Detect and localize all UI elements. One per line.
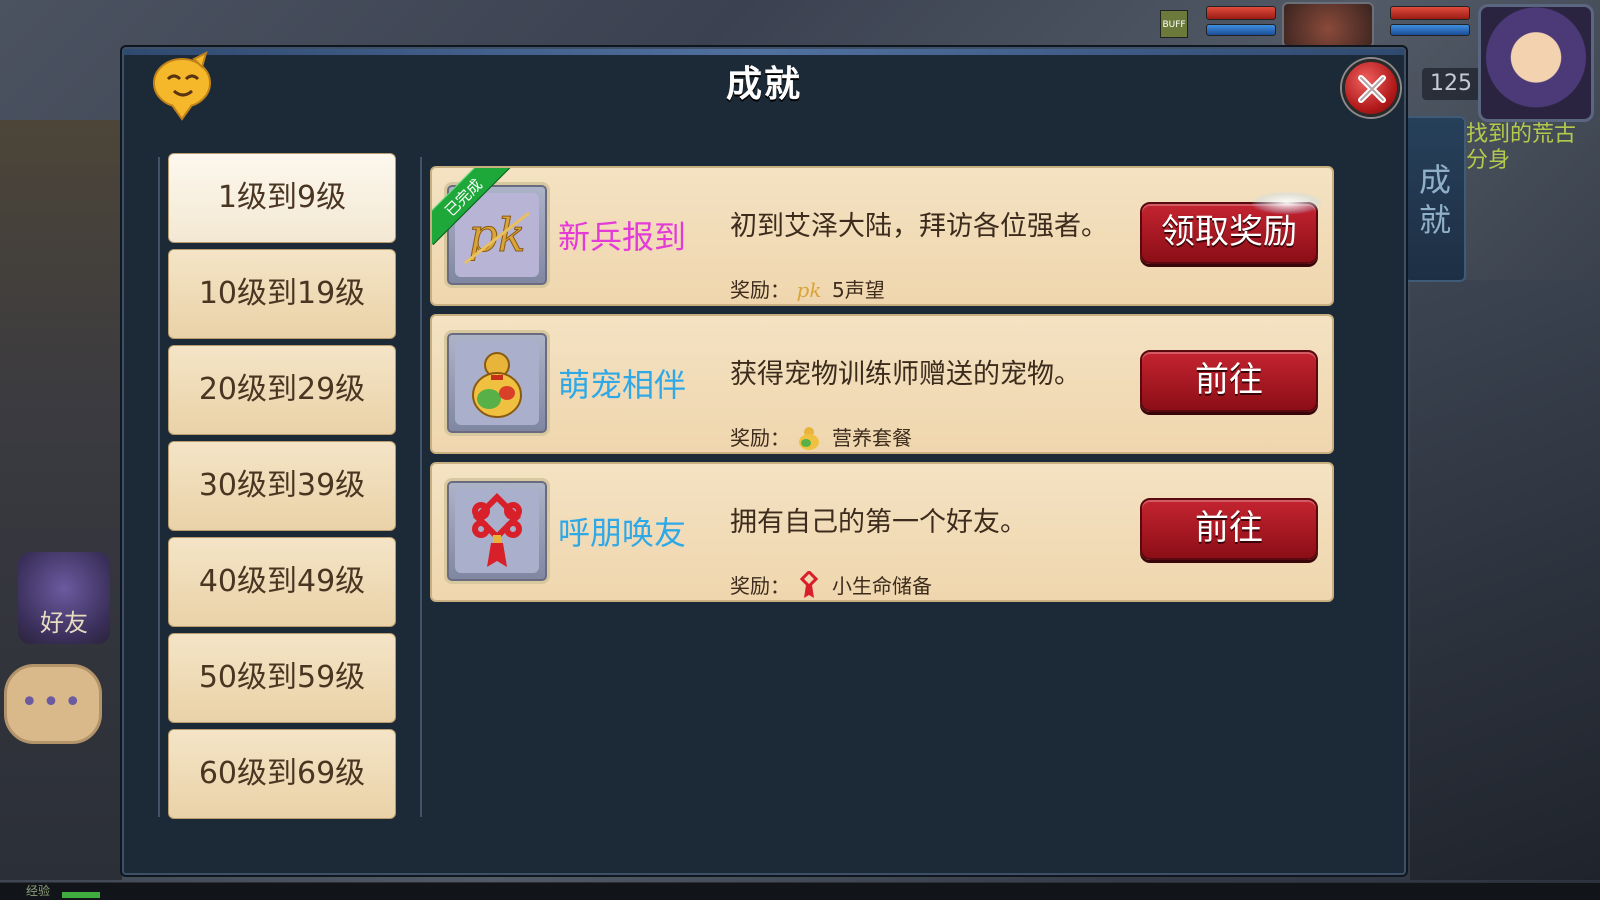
- friends-button-label: 好友: [40, 609, 88, 637]
- level-range-list: 1级到9级 10级到19级 20级到29级 30级到39级 40级到49级 50…: [168, 153, 396, 825]
- achievement-icon-frame: [444, 478, 550, 584]
- svg-text:pk: pk: [797, 278, 822, 302]
- buff-icon[interactable]: BUFF: [1160, 10, 1188, 38]
- level-tab-10-19[interactable]: 10级到19级: [168, 249, 396, 339]
- achievement-row: pk 已完成 新兵报到 初到艾泽大陆，拜访各位强者。 奖励： pk 5声望 领取…: [430, 166, 1334, 306]
- gourd-icon: [455, 341, 539, 425]
- claim-reward-button-label: 领取奖励: [1161, 212, 1297, 252]
- level-tab-60-69[interactable]: 60级到69级: [168, 729, 396, 819]
- pk-icon: pk: [797, 278, 822, 302]
- quest-tracker[interactable]: 找到的荒古 分身: [1466, 122, 1576, 174]
- level-tab-50-59[interactable]: 50级到59级: [168, 633, 396, 723]
- player-mp-bar: [1390, 24, 1470, 36]
- sparkle-effect: [1252, 192, 1322, 214]
- gourd-icon: [799, 426, 819, 450]
- go-button[interactable]: 前往: [1140, 498, 1318, 560]
- player-level: 125: [1422, 68, 1480, 100]
- level-tab-20-29[interactable]: 20级到29级: [168, 345, 396, 435]
- close-button[interactable]: [1342, 59, 1400, 117]
- achievement-dialog: 成就 1级到9级 10级到19级 20级到29级 30级到39级 40级到49级…: [122, 47, 1406, 875]
- achievement-name: 萌宠相伴: [558, 366, 687, 404]
- friends-button[interactable]: 好友: [18, 552, 110, 644]
- achievement-side-tab[interactable]: 成就: [1404, 116, 1466, 282]
- close-icon: [1358, 75, 1386, 103]
- chinese-knot-icon: [799, 570, 819, 598]
- quest-line-1: 找到的荒古: [1466, 122, 1577, 147]
- achievement-reward: 奖励： 营养套餐: [730, 422, 912, 451]
- achievement-description: 拥有自己的第一个好友。: [730, 507, 1027, 538]
- dialog-title: 成就: [725, 64, 802, 105]
- list-divider-left: [158, 157, 160, 817]
- achievement-icon-frame: [444, 330, 550, 436]
- reward-value: 营养套餐: [832, 426, 912, 450]
- go-button-label: 前往: [1195, 360, 1263, 400]
- reward-value: 小生命储备: [832, 574, 932, 598]
- reward-prefix: 奖励：: [730, 574, 790, 598]
- achievement-name: 新兵报到: [558, 218, 687, 256]
- level-tab-1-9[interactable]: 1级到9级: [168, 153, 396, 243]
- go-button[interactable]: 前往: [1140, 350, 1318, 412]
- achievement-row: 呼朋唤友 拥有自己的第一个好友。 奖励： 小生命储备 前往: [430, 462, 1334, 602]
- claim-reward-button[interactable]: 领取奖励: [1140, 192, 1322, 264]
- achievement-reward: 奖励： 小生命储备: [730, 570, 932, 599]
- experience-fill: [62, 892, 100, 898]
- chat-button[interactable]: •••: [4, 664, 102, 744]
- experience-bar: 经验: [0, 882, 1600, 900]
- level-tab-30-39[interactable]: 30级到39级: [168, 441, 396, 531]
- go-button-label: 前往: [1195, 508, 1263, 548]
- background-building-right: [1410, 280, 1600, 880]
- background-building-left: [0, 120, 122, 880]
- player-status-bars: [1390, 6, 1470, 42]
- achievement-reward: 奖励： pk 5声望: [730, 274, 885, 303]
- list-divider-right: [420, 157, 422, 817]
- achievement-name: 呼朋唤友: [558, 514, 687, 552]
- achievement-row: 萌宠相伴 获得宠物训练师赠送的宠物。 奖励： 营养套餐 前往: [430, 314, 1334, 454]
- quest-line-2: 分身: [1466, 148, 1511, 173]
- reward-prefix: 奖励：: [730, 426, 790, 450]
- pet-mp-bar: [1206, 24, 1276, 36]
- achievement-description: 初到艾泽大陆，拜访各位强者。: [730, 211, 1108, 242]
- pet-hp-bar: [1206, 6, 1276, 20]
- experience-label: 经验: [26, 884, 51, 898]
- achievement-description: 获得宠物训练师赠送的宠物。: [730, 359, 1081, 390]
- pet-status-bars: [1206, 6, 1276, 42]
- player-hp-bar: [1390, 6, 1470, 20]
- player-avatar[interactable]: [1478, 4, 1594, 122]
- pet-portrait[interactable]: [1282, 2, 1374, 48]
- reward-prefix: 奖励：: [730, 278, 790, 302]
- level-tab-40-49[interactable]: 40级到49级: [168, 537, 396, 627]
- reward-value: 5声望: [832, 278, 885, 302]
- chinese-knot-icon: [455, 489, 539, 573]
- achievement-list: pk 已完成 新兵报到 初到艾泽大陆，拜访各位强者。 奖励： pk 5声望 领取…: [430, 166, 1334, 610]
